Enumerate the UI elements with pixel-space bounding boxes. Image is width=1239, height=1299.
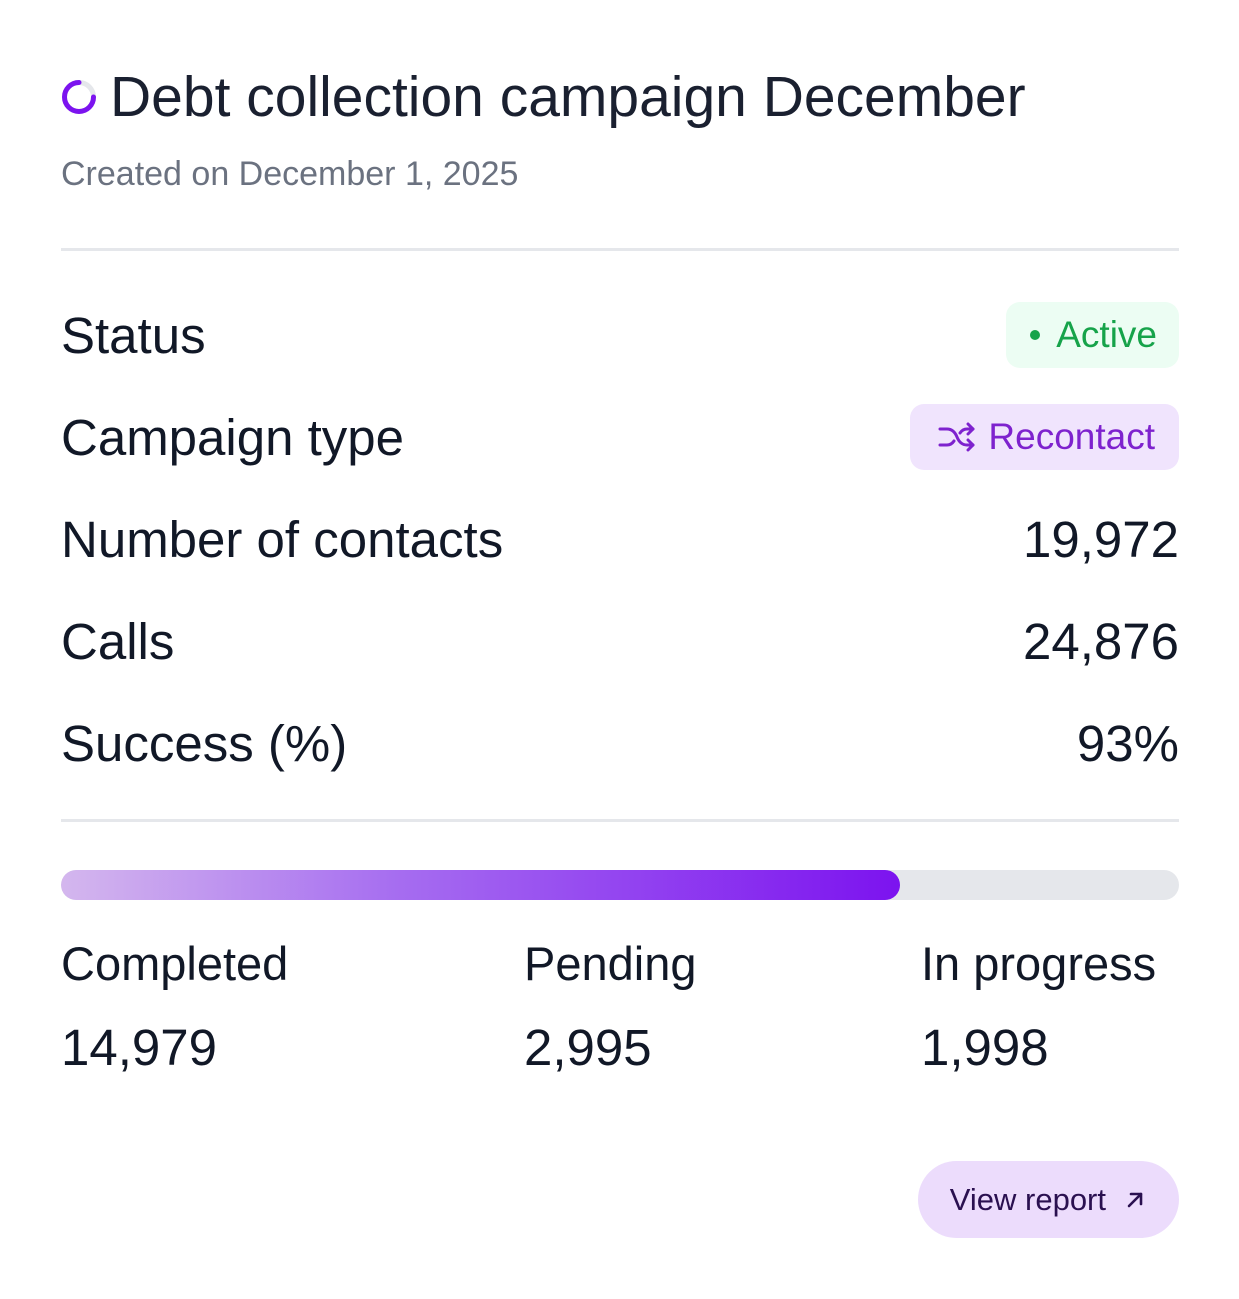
arrow-up-right-icon bbox=[1127, 1192, 1143, 1207]
status-label: Status bbox=[61, 306, 206, 364]
contacts-label: Number of contacts bbox=[61, 510, 504, 568]
campaign-type-row: Campaign type Recontact bbox=[61, 402, 1179, 472]
success-label: Success (%) bbox=[61, 714, 348, 772]
view-report-label: View report bbox=[949, 1181, 1106, 1217]
campaign-type-value: Recontact bbox=[988, 416, 1155, 457]
calls-value: 24,876 bbox=[1023, 612, 1179, 670]
completed-value: 14,979 bbox=[61, 1019, 217, 1076]
in-progress-value: 1,998 bbox=[921, 1019, 1049, 1076]
status-row: Status Active bbox=[61, 300, 1179, 370]
status-value: Active bbox=[1056, 314, 1157, 355]
campaign-type-label: Campaign type bbox=[61, 408, 405, 466]
contacts-value: 19,972 bbox=[1023, 510, 1179, 568]
in-progress-label: In progress bbox=[921, 937, 1157, 990]
divider bbox=[61, 819, 1179, 822]
stat-pending: Pending 2,995 bbox=[524, 930, 697, 1082]
spinner-icon bbox=[62, 80, 96, 114]
stat-completed: Completed 14,979 bbox=[61, 930, 288, 1082]
calls-row: Calls 24,876 bbox=[61, 606, 1179, 676]
pending-value: 2,995 bbox=[524, 1019, 652, 1076]
page-title: Debt collection campaign December bbox=[110, 65, 1026, 129]
progress-fill bbox=[61, 870, 900, 900]
campaign-type-badge: Recontact bbox=[910, 404, 1179, 470]
created-date: Created on December 1, 2025 bbox=[61, 155, 519, 193]
shuffle-icon bbox=[938, 422, 975, 452]
success-value: 93% bbox=[1076, 714, 1179, 772]
progress-bar bbox=[61, 870, 1179, 900]
view-report-button[interactable]: View report bbox=[917, 1161, 1179, 1238]
success-row: Success (%) 93% bbox=[61, 708, 1179, 778]
pending-label: Pending bbox=[524, 937, 697, 990]
completed-label: Completed bbox=[61, 937, 289, 990]
status-badge: Active bbox=[1006, 302, 1179, 368]
contacts-row: Number of contacts 19,972 bbox=[61, 504, 1179, 574]
status-dot-icon bbox=[1030, 330, 1041, 340]
card-header: Debt collection campaign December bbox=[61, 62, 1179, 132]
campaign-card: Debt collection campaign December Create… bbox=[61, 0, 1179, 1299]
stat-in-progress: In progress 1,998 bbox=[921, 930, 1156, 1082]
calls-label: Calls bbox=[61, 612, 175, 670]
divider bbox=[61, 248, 1179, 251]
